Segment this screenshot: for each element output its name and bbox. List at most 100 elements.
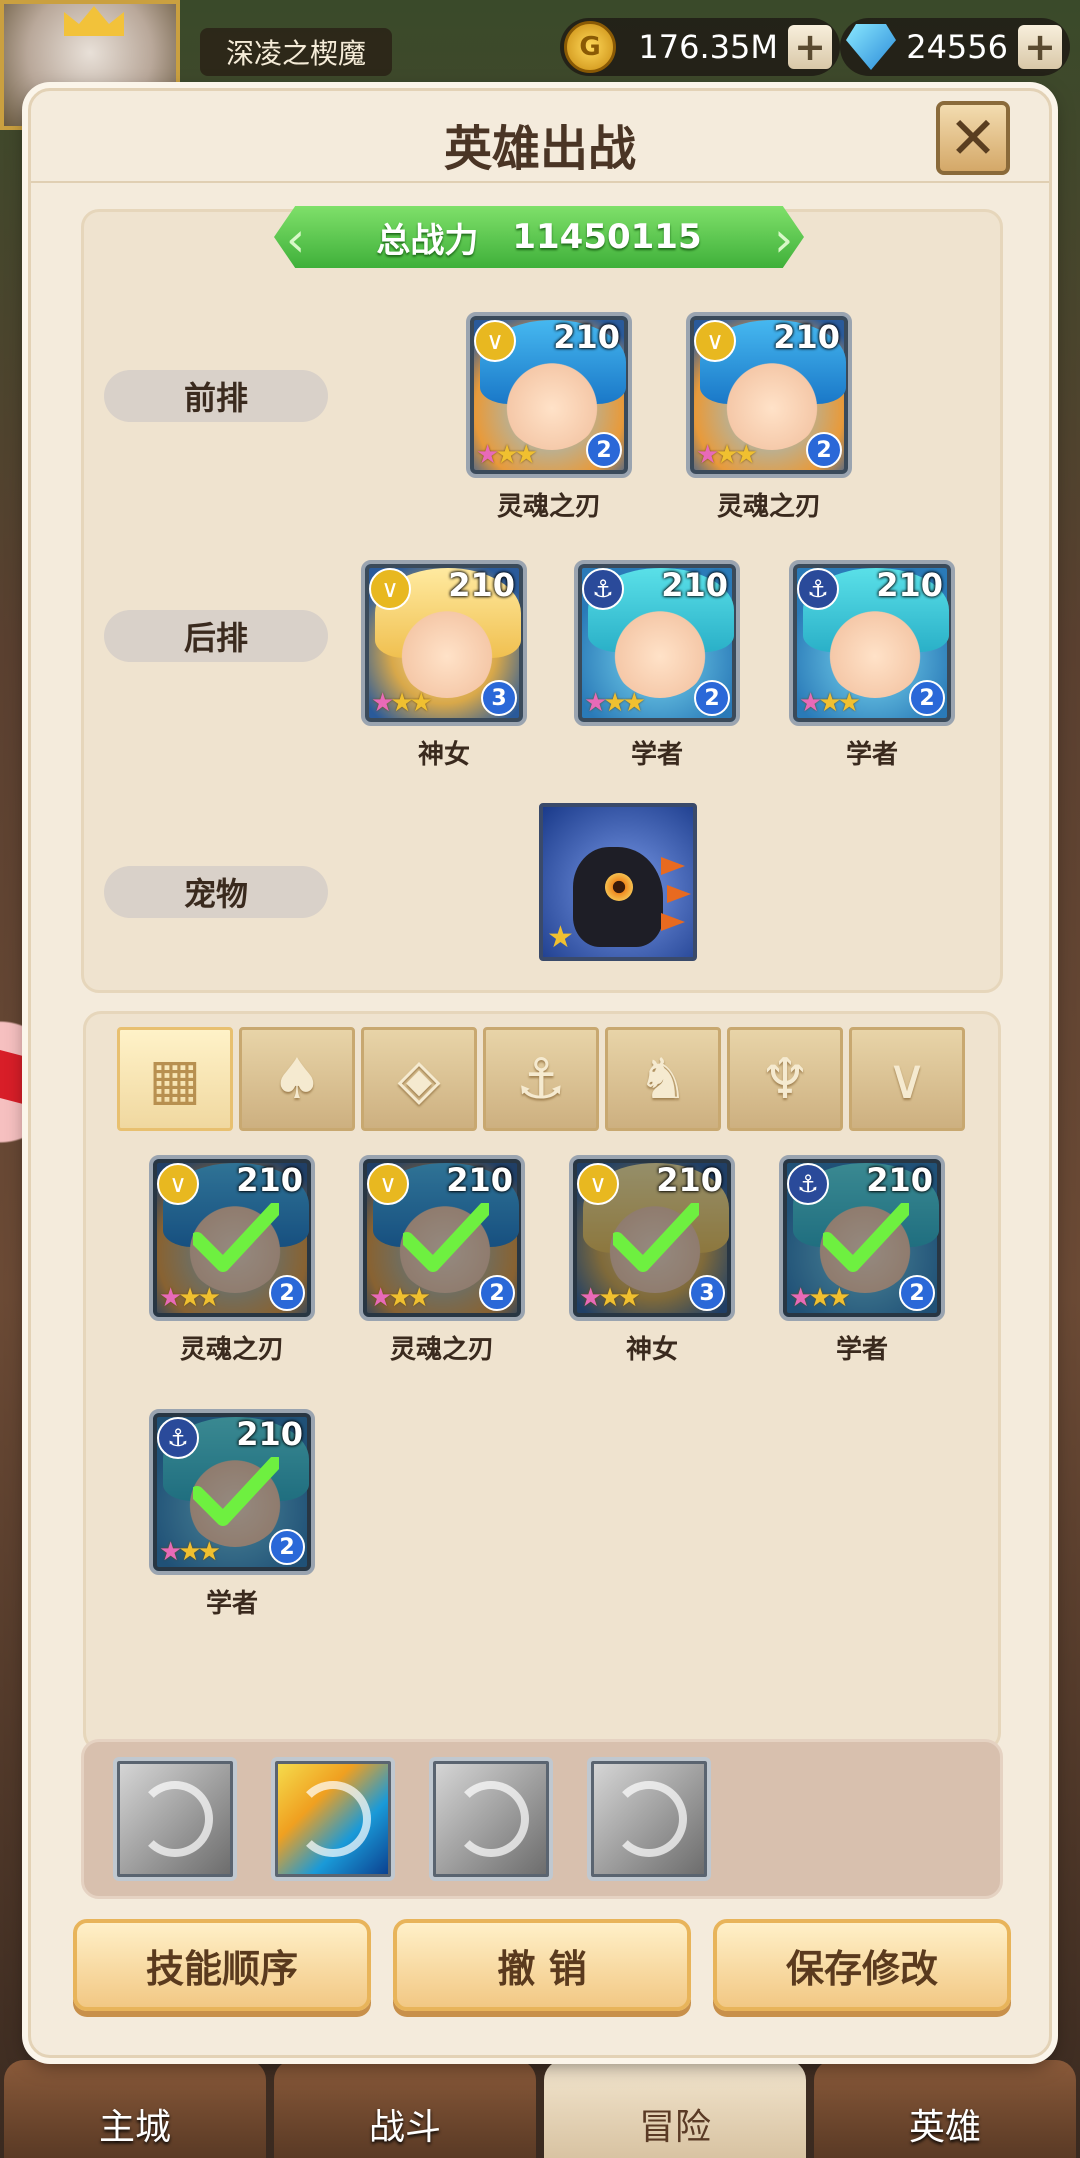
front-slot-1[interactable]: ∨ 210 ★★★ 2 灵魂之刃 — [466, 312, 632, 523]
hero-level: 210 — [553, 318, 620, 356]
hero-name: 灵魂之刃 — [496, 492, 601, 522]
hero-portrait[interactable]: ∨ 210 ★★★ 3 — [569, 1155, 735, 1321]
gem-value: 24556 — [906, 28, 1008, 66]
hero-level: 210 — [773, 318, 840, 356]
hero-rank-badge: 3 — [481, 680, 517, 716]
skill-slot-3[interactable] — [429, 1757, 553, 1881]
star-rating: ★★★ — [799, 688, 861, 718]
hero-face — [608, 594, 712, 698]
hero-level: 210 — [656, 1161, 723, 1199]
hero-rank-badge: 2 — [586, 432, 622, 468]
skill-slot-2[interactable] — [271, 1757, 395, 1881]
beast-class-icon[interactable]: ♞ — [605, 1027, 721, 1131]
roster-hero[interactable]: ∨ 210 ★★★ 2 灵魂之刃 — [149, 1155, 315, 1366]
back-row-label: 后排 — [104, 610, 328, 662]
anchor-class-icon[interactable]: ⚓ — [483, 1027, 599, 1131]
hero-rank-badge: 2 — [909, 680, 945, 716]
assassin-class-icon[interactable]: ♆ — [727, 1027, 843, 1131]
roster-hero[interactable]: ⚓ 210 ★★★ 2 学者 — [149, 1409, 315, 1620]
hero-portrait[interactable]: ⚓ 210 ★★★ 2 — [149, 1409, 315, 1575]
roster-hero[interactable]: ⚓ 210 ★★★ 2 学者 — [779, 1155, 945, 1366]
player-name: 深凌之楔魔 — [200, 28, 393, 76]
hero-deploy-dialog: 英雄出战 ✕ 总战力 11450115 ‹ › 前排 后排 宠物 ∨ 210 ★… — [28, 88, 1052, 2058]
pet-spike — [667, 885, 691, 903]
grid-icon[interactable]: ▦ — [117, 1027, 233, 1131]
hero-portrait[interactable]: ⚓ 210 ★★★ 2 — [779, 1155, 945, 1321]
skill-slot-4[interactable] — [587, 1757, 711, 1881]
hero-portrait[interactable]: ∨ 210 ★★★ 3 — [361, 560, 527, 726]
star-rating: ★★★ — [584, 688, 646, 718]
hero-level: 210 — [661, 566, 728, 604]
hero-portrait[interactable]: ⚓ 210 ★★★ 2 — [789, 560, 955, 726]
hero-name: 学者 — [205, 1589, 258, 1619]
gold-coin-icon: G — [564, 21, 616, 73]
back-slot-2[interactable]: ⚓ 210 ★★★ 2 学者 — [574, 560, 740, 771]
close-button[interactable]: ✕ — [936, 101, 1010, 175]
hero-name: 学者 — [630, 740, 683, 770]
skill-icon — [611, 1781, 687, 1857]
star-rating: ★★★ — [159, 1537, 221, 1567]
hero-face — [395, 594, 499, 698]
hero-name: 灵魂之刃 — [389, 1335, 494, 1365]
chevron-left-icon: ‹ — [286, 212, 306, 268]
skill-icon — [453, 1781, 529, 1857]
total-power-value: 11450115 — [512, 217, 702, 257]
tank-class-icon[interactable]: ∨ — [849, 1027, 965, 1131]
hero-portrait[interactable]: ∨ 210 ★★★ 2 — [466, 312, 632, 478]
checkmark-icon — [193, 1457, 279, 1526]
hero-portrait[interactable]: ∨ 210 ★★★ 2 — [359, 1155, 525, 1321]
hero-level: 210 — [876, 566, 943, 604]
hero-level: 210 — [236, 1415, 303, 1453]
save-changes-button[interactable]: 保存修改 — [713, 1919, 1011, 2011]
class-filter-tabs: ▦ ♠ ◈ ⚓ ♞ ♆ ∨ — [117, 1027, 965, 1131]
hero-name: 学者 — [835, 1335, 888, 1365]
bottom-navigation: 主城 战斗 冒险 英雄 — [0, 2060, 1080, 2158]
checkmark-icon — [193, 1203, 279, 1272]
star-rating: ★★★ — [369, 1283, 431, 1313]
gem-icon — [846, 24, 896, 70]
hero-rank-badge: 2 — [694, 680, 730, 716]
hero-face — [720, 346, 824, 450]
hero-portrait[interactable]: ⚓ 210 ★★★ 2 — [574, 560, 740, 726]
add-gem-button[interactable]: + — [1018, 25, 1062, 69]
pet-row-label: 宠物 — [104, 866, 328, 918]
back-slot-1[interactable]: ∨ 210 ★★★ 3 神女 — [361, 560, 527, 771]
front-row-label: 前排 — [104, 370, 328, 422]
hero-rank-badge: 2 — [269, 1275, 305, 1311]
checkmark-icon — [613, 1203, 699, 1272]
skill-icon — [295, 1781, 371, 1857]
star-rating: ★★★ — [696, 440, 758, 470]
skill-slot-1[interactable] — [113, 1757, 237, 1881]
warrior-class-icon: ∨ — [474, 320, 516, 362]
hero-portrait[interactable]: ∨ 210 ★★★ 2 — [149, 1155, 315, 1321]
roster-hero[interactable]: ∨ 210 ★★★ 3 神女 — [569, 1155, 735, 1366]
star-rating: ★★★ — [159, 1283, 221, 1313]
chevron-right-icon: › — [774, 212, 794, 268]
dialog-title: 英雄出战 — [443, 121, 636, 177]
skill-order-button[interactable]: 技能顺序 — [73, 1919, 371, 2011]
anchor-class-icon: ⚓ — [797, 568, 839, 610]
nav-tab-main-city[interactable]: 主城 — [4, 2060, 266, 2158]
warrior-class-icon: ∨ — [577, 1163, 619, 1205]
back-slot-3[interactable]: ⚓ 210 ★★★ 2 学者 — [789, 560, 955, 771]
warrior-class-icon: ∨ — [157, 1163, 199, 1205]
nav-tab-battle[interactable]: 战斗 — [274, 2060, 536, 2158]
hero-name: 学者 — [845, 740, 898, 770]
hero-name: 神女 — [417, 740, 470, 770]
revoke-button[interactable]: 撤 销 — [393, 1919, 691, 2011]
hero-rank-badge: 2 — [806, 432, 842, 468]
roster-hero[interactable]: ∨ 210 ★★★ 2 灵魂之刃 — [359, 1155, 525, 1366]
front-slot-2[interactable]: ∨ 210 ★★★ 2 灵魂之刃 — [686, 312, 852, 523]
total-power-banner: 总战力 11450115 — [274, 206, 804, 268]
gem-counter: 24556 + — [840, 18, 1070, 76]
hero-rank-badge: 2 — [899, 1275, 935, 1311]
hero-portrait[interactable]: ∨ 210 ★★★ 2 — [686, 312, 852, 478]
support-class-icon[interactable]: ◈ — [361, 1027, 477, 1131]
warrior-class-icon[interactable]: ♠ — [239, 1027, 355, 1131]
nav-tab-adventure[interactable]: 冒险 — [544, 2060, 806, 2158]
hero-name: 神女 — [625, 1335, 678, 1365]
nav-tab-heroes[interactable]: 英雄 — [814, 2060, 1076, 2158]
add-gold-button[interactable]: + — [788, 25, 832, 69]
pet-slot[interactable]: ★ — [539, 803, 697, 961]
total-power-label: 总战力 — [376, 220, 479, 261]
